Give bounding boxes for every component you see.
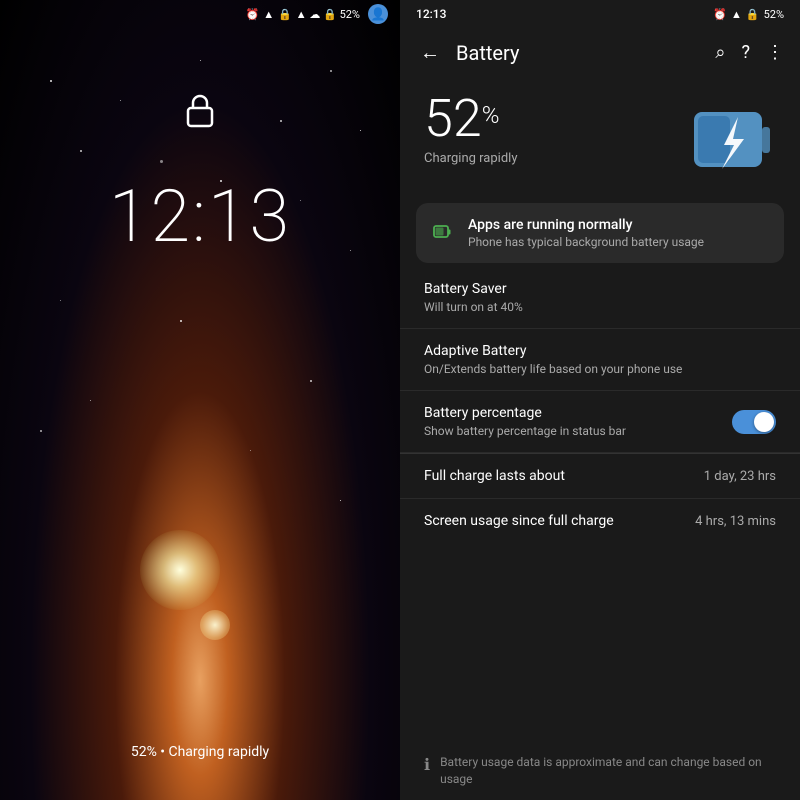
apps-battery-icon (432, 222, 454, 244)
info-icon: ℹ (424, 755, 430, 774)
apps-card-subtitle: Phone has typical background battery usa… (468, 235, 704, 249)
charging-status-text: Charging rapidly (424, 151, 517, 166)
screen-usage-text: Screen usage since full charge (424, 513, 614, 529)
battery-percent-status: ▲ ☁ 🔒 52% (296, 8, 360, 21)
lock-time: 12:13 (109, 174, 291, 259)
full-charge-title: Full charge lasts about (424, 468, 565, 484)
battery-panel: 12:13 ⏰ ▲ 🔒 52% ← Battery ⌕ ? ⋮ 52% Char… (400, 0, 800, 800)
lock-content: 12:13 (0, 0, 400, 800)
header-icons: ⌕ ? ⋮ (715, 42, 784, 63)
battery-charging-icon (686, 97, 776, 187)
apps-card-title: Apps are running normally (468, 217, 704, 233)
settings-list: Battery Saver Will turn on at 40% Adapti… (400, 267, 800, 742)
battery-percentage-text: Battery percentage Show battery percenta… (424, 405, 626, 438)
full-charge-text: Full charge lasts about (424, 468, 565, 484)
battery-header: ← Battery ⌕ ? ⋮ (400, 28, 800, 77)
lock-status-bar: ⏰ ▲ 🔒 ▲ ☁ 🔒 52% 👤 (0, 0, 400, 28)
battery-percentage-title: Battery percentage (424, 405, 626, 421)
full-charge-item: Full charge lasts about 1 day, 23 hrs (400, 454, 800, 499)
signal-icon-right: ▲ (731, 8, 742, 21)
lock-status-right: 🔒 (746, 8, 760, 21)
apps-card-text: Apps are running normally Phone has typi… (468, 217, 704, 249)
battery-saver-item[interactable]: Battery Saver Will turn on at 40% (400, 267, 800, 329)
battery-percent-display: 52% (424, 93, 517, 145)
lock-icon-status: 🔒 (278, 8, 292, 21)
screen-usage-item: Screen usage since full charge 4 hrs, 13… (400, 499, 800, 543)
battery-footer-text: Battery usage data is approximate and ca… (440, 754, 776, 788)
battery-status-icons: ⏰ ▲ 🔒 52% (713, 8, 784, 21)
battery-percentage-sub: Show battery percentage in status bar (424, 424, 626, 438)
full-charge-value: 1 day, 23 hrs (704, 469, 776, 484)
adaptive-battery-text: Adaptive Battery On/Extends battery life… (424, 343, 682, 376)
alarm-icon-right: ⏰ (713, 8, 727, 21)
battery-status-bar: 12:13 ⏰ ▲ 🔒 52% (400, 0, 800, 28)
avatar-icon: 👤 (368, 4, 388, 24)
adaptive-battery-item[interactable]: Adaptive Battery On/Extends battery life… (400, 329, 800, 391)
lock-status-icons: ⏰ ▲ 🔒 ▲ ☁ 🔒 52% 👤 (246, 4, 389, 24)
adaptive-battery-sub: On/Extends battery life based on your ph… (424, 362, 682, 376)
battery-footer: ℹ Battery usage data is approximate and … (400, 742, 800, 800)
back-button[interactable]: ← (416, 36, 444, 69)
toggle-knob (754, 412, 774, 432)
battery-icon-area (686, 97, 776, 187)
battery-page-title: Battery (456, 41, 703, 65)
more-menu-icon[interactable]: ⋮ (766, 42, 784, 63)
screen-usage-value: 4 hrs, 13 mins (695, 514, 776, 529)
battery-saver-text: Battery Saver Will turn on at 40% (424, 281, 523, 314)
alarm-icon: ⏰ (246, 8, 260, 21)
help-icon[interactable]: ? (741, 42, 750, 63)
screen-usage-title: Screen usage since full charge (424, 513, 614, 529)
battery-percent-area: 52% Charging rapidly (424, 93, 517, 166)
battery-percentage-item[interactable]: Battery percentage Show battery percenta… (400, 391, 800, 453)
battery-info: 52% Charging rapidly (400, 77, 800, 203)
signal-icon: ▲ (263, 8, 274, 21)
battery-status-time: 12:13 (416, 7, 446, 21)
adaptive-battery-title: Adaptive Battery (424, 343, 682, 359)
battery-pct-right: 52% (764, 8, 784, 21)
battery-saver-title: Battery Saver (424, 281, 523, 297)
lock-icon-svg (180, 90, 220, 130)
lock-screen: ⏰ ▲ 🔒 ▲ ☁ 🔒 52% 👤 12:13 52% • Charging r… (0, 0, 400, 800)
lock-icon-area (180, 90, 220, 134)
search-icon[interactable]: ⌕ (715, 42, 725, 63)
battery-percentage-toggle[interactable] (732, 410, 776, 434)
battery-saver-sub: Will turn on at 40% (424, 300, 523, 314)
apps-running-card[interactable]: Apps are running normally Phone has typi… (416, 203, 784, 263)
